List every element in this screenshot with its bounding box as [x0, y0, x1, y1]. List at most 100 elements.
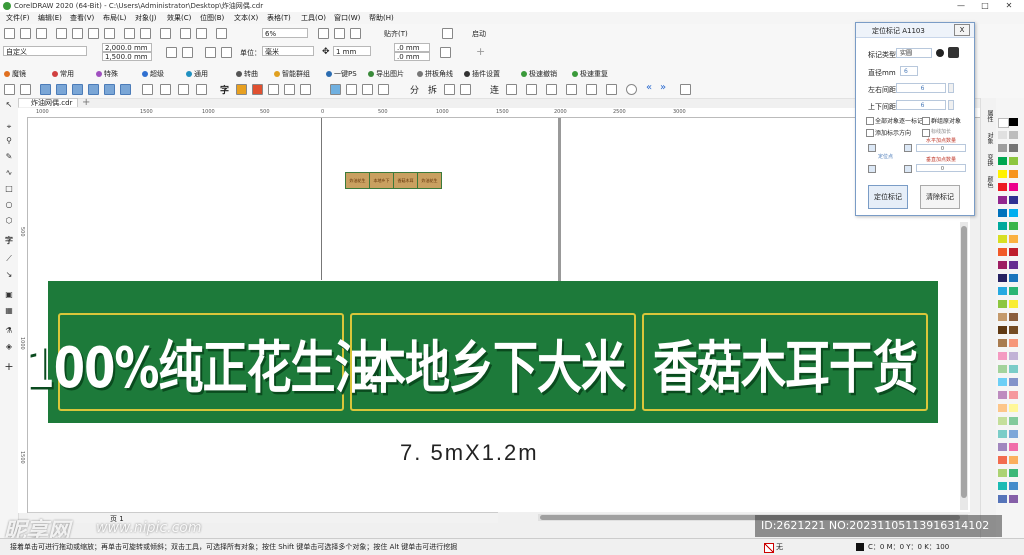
shape-tool-icon[interactable]: ⌖: [4, 122, 14, 131]
mark-extend-checkbox[interactable]: [922, 129, 930, 137]
all-objects-checkbox[interactable]: [866, 117, 874, 125]
publish-pdf-icon[interactable]: [216, 28, 227, 39]
corner-tr-checkbox[interactable]: [904, 144, 912, 152]
pick-tool-icon[interactable]: ↖: [4, 100, 14, 109]
palette-swatch[interactable]: [998, 248, 1007, 256]
mark-settings-icon[interactable]: [948, 47, 959, 58]
lr-margin-spinner[interactable]: [948, 83, 954, 93]
color-icon[interactable]: [236, 84, 247, 95]
palette-swatch[interactable]: [998, 209, 1007, 217]
palette-swatch[interactable]: [1009, 300, 1018, 308]
shape-icon[interactable]: [268, 84, 279, 95]
menu-effects[interactable]: 效果(C): [167, 13, 191, 23]
mark-filled-circle-icon[interactable]: [936, 49, 944, 57]
align-text-icon[interactable]: [546, 84, 557, 95]
export-icon[interactable]: [196, 28, 207, 39]
palette-swatch[interactable]: [1009, 287, 1018, 295]
palette-swatch[interactable]: [1009, 417, 1018, 425]
connector-tool-icon[interactable]: ↘: [4, 270, 14, 279]
menu-edit[interactable]: 编辑(E): [38, 13, 62, 23]
palette-swatch[interactable]: [998, 118, 1009, 128]
palette-swatch[interactable]: [998, 170, 1007, 178]
dimension-tool-icon[interactable]: ⟋: [4, 254, 14, 263]
plugin-export-image[interactable]: 导出图片: [368, 69, 404, 79]
palette-swatch[interactable]: [1009, 209, 1018, 217]
palette-swatch[interactable]: [998, 430, 1007, 438]
palette-swatch[interactable]: [998, 469, 1007, 477]
page-size-preset[interactable]: 自定义: [3, 46, 87, 56]
menu-table[interactable]: 表格(T): [267, 13, 291, 23]
dialog-close-button[interactable]: X: [954, 24, 970, 36]
sign-dimensions[interactable]: 7. 5mX1.2m: [400, 440, 539, 466]
macro-3-icon[interactable]: [88, 84, 99, 95]
menu-tools[interactable]: 工具(O): [301, 13, 326, 23]
palette-swatch[interactable]: [998, 391, 1007, 399]
treat-as-filled-icon[interactable]: [440, 47, 451, 58]
new-tab-icon[interactable]: +: [82, 97, 90, 108]
plugin-common[interactable]: 常用: [52, 69, 74, 79]
plugin-magic-mirror[interactable]: 魔镜: [4, 69, 26, 79]
connect-icon[interactable]: 连: [490, 83, 499, 96]
shadow-tool-icon[interactable]: ▣: [4, 290, 14, 299]
menu-bitmaps[interactable]: 位图(B): [200, 13, 224, 23]
ellipse-tool-icon[interactable]: ○: [4, 200, 14, 209]
group-origin-checkbox[interactable]: [922, 117, 930, 125]
cut-icon[interactable]: [72, 28, 83, 39]
palette-swatch[interactable]: [998, 222, 1007, 230]
palette-swatch[interactable]: [1009, 274, 1018, 282]
corner-br-checkbox[interactable]: [904, 165, 912, 173]
eyedropper-tool-icon[interactable]: ⚗: [4, 326, 14, 335]
print-icon[interactable]: [56, 28, 67, 39]
all-pages-icon[interactable]: [205, 47, 216, 58]
polygon-tool-icon[interactable]: ⬡: [4, 216, 14, 225]
current-page-icon[interactable]: [221, 47, 232, 58]
new-icon[interactable]: [4, 28, 15, 39]
split-icon[interactable]: 分: [410, 83, 419, 96]
palette-swatch[interactable]: [1009, 261, 1018, 269]
add-page-icon[interactable]: +: [476, 45, 485, 58]
palette-swatch[interactable]: [998, 144, 1007, 152]
snap-to-dropdown[interactable]: 贴齐(T): [384, 29, 408, 39]
grid-layout-icon[interactable]: [680, 84, 691, 95]
palette-swatch[interactable]: [998, 404, 1007, 412]
palette-swatch[interactable]: [1009, 443, 1018, 451]
fill-tool-icon[interactable]: ◈: [4, 342, 14, 351]
redo-icon[interactable]: [140, 28, 151, 39]
corner-bl-checkbox[interactable]: [868, 165, 876, 173]
camera-icon[interactable]: [586, 84, 597, 95]
macro-1-icon[interactable]: [56, 84, 67, 95]
artistic-media-icon[interactable]: ∿: [4, 168, 14, 177]
palette-swatch[interactable]: [1009, 118, 1018, 126]
plugin-convert-curve[interactable]: 转曲: [236, 69, 258, 79]
add-tool-icon[interactable]: +: [4, 361, 14, 372]
palette-swatch[interactable]: [998, 482, 1007, 490]
palette-swatch[interactable]: [1009, 183, 1018, 191]
palette-swatch[interactable]: [1009, 339, 1018, 347]
tb-margin-spinner[interactable]: [948, 100, 954, 110]
palette-swatch[interactable]: [1009, 378, 1018, 386]
plugin-super[interactable]: 超级: [142, 69, 164, 79]
group-icon[interactable]: [178, 84, 189, 95]
diameter-input[interactable]: 6: [900, 66, 918, 76]
macro-4-icon[interactable]: [104, 84, 115, 95]
horizontal-ruler[interactable]: 1000 1500 1000 500 0 500 1000 1500 2000 …: [18, 108, 980, 118]
vertical-scrollbar[interactable]: [960, 222, 968, 510]
zoom-tool-icon[interactable]: ⚲: [4, 136, 14, 145]
web-icon[interactable]: [330, 84, 341, 95]
open-icon[interactable]: [20, 28, 31, 39]
palette-swatch[interactable]: [1009, 430, 1018, 438]
palette-swatch[interactable]: [998, 313, 1007, 321]
page-height-field[interactable]: 1,500.0 mm: [102, 52, 152, 61]
palette-swatch[interactable]: [1009, 196, 1018, 204]
menu-file[interactable]: 文件(F): [6, 13, 30, 23]
preview-icon[interactable]: [566, 84, 577, 95]
plugin-settings[interactable]: 插件设置: [464, 69, 500, 79]
bitmap-icon[interactable]: [252, 84, 263, 95]
menu-text[interactable]: 文本(X): [234, 13, 258, 23]
palette-swatch[interactable]: [998, 417, 1007, 425]
rulers-icon[interactable]: [334, 28, 345, 39]
rectangle-tool-icon[interactable]: □: [4, 184, 14, 193]
plugin-general[interactable]: 通用: [186, 69, 208, 79]
paste-icon[interactable]: [104, 28, 115, 39]
options-gear-icon[interactable]: [442, 28, 453, 39]
